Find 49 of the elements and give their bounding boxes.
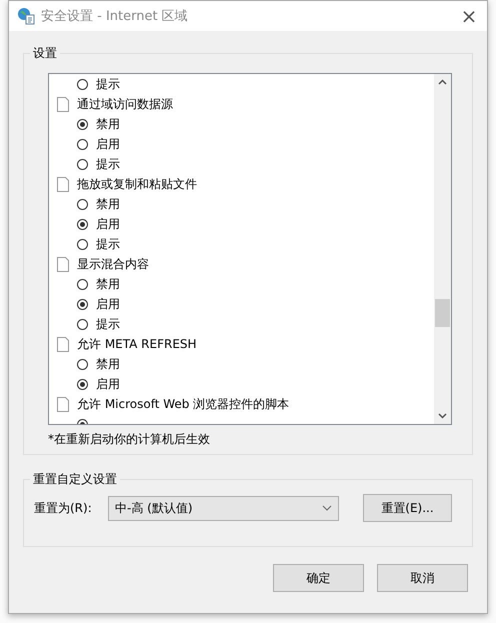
radio-button[interactable] [77,78,88,90]
option-label: 禁用 [96,356,120,372]
option-label: 启用 [96,296,120,312]
level-dropdown[interactable]: 中-高 (默认值) [108,496,339,520]
scrollbar-thumb[interactable] [435,299,450,327]
document-icon [57,96,69,112]
group-label: 重置自定义设置 [30,471,120,488]
option-label: 禁用 [96,196,120,212]
radio-button[interactable] [77,158,88,170]
scrollbar[interactable] [434,74,451,424]
document-icon [57,176,69,192]
radio-button[interactable] [77,278,88,290]
radio-button[interactable] [77,198,88,210]
radio-button[interactable] [77,238,88,250]
option-label: 启用 [96,136,120,152]
option-label: 提示 [96,76,120,92]
setting-name: 拖放或复制和粘贴文件 [77,176,197,192]
document-icon [57,336,69,352]
close-button[interactable]: × [451,1,487,31]
radio-button[interactable] [77,298,88,310]
cancel-button[interactable]: 取消 [377,564,468,592]
option-label: 禁用 [96,276,120,292]
option-label: 启用 [96,216,120,232]
document-icon [57,396,69,412]
document-icon [57,256,69,272]
option-label: 提示 [96,316,120,332]
setting-name: 通过域访问数据源 [77,96,173,112]
radio-button[interactable] [77,378,88,390]
chevron-down-icon [322,505,332,511]
option-label: 禁用 [96,116,120,132]
globe-icon [17,7,35,25]
window-title: 安全设置 - Internet 区域 [41,8,189,25]
reset-button[interactable]: 重置(E)... [363,494,452,522]
note-text: *在重新启动你的计算机后生效 [48,431,211,448]
option-label: 提示 [96,236,120,252]
radio-button[interactable] [77,118,88,130]
radio-button[interactable] [77,318,88,330]
radio-button[interactable] [77,218,88,230]
option-label: 提示 [96,156,120,172]
ok-button[interactable]: 确定 [273,564,364,592]
setting-name: 允许 META REFRESH [77,336,197,352]
scroll-up-icon[interactable] [438,79,447,85]
radio-button[interactable] [77,138,88,150]
radio-button[interactable] [77,358,88,370]
scroll-down-icon[interactable] [438,413,447,419]
setting-name: 允许 Microsoft Web 浏览器控件的脚本 [77,396,290,412]
setting-name: 显示混合内容 [77,256,149,272]
reset-label: 重置为(R): [34,500,93,516]
option-label: 启用 [96,376,120,392]
